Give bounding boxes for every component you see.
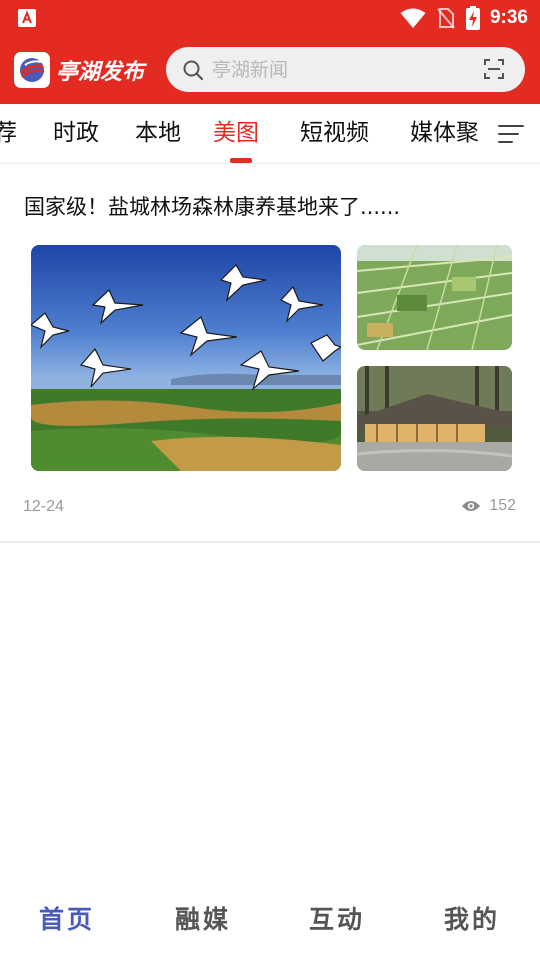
app-notification-icon — [18, 9, 36, 27]
nav-home[interactable]: 首页 — [17, 900, 117, 936]
category-tabs: 荐 时政 本地 美图 短视频 媒体聚 — [0, 104, 540, 164]
article-card[interactable]: 国家级！盐城林场森林康养基地来了...... 12-24 152 — [0, 165, 540, 543]
tab-politics[interactable]: 时政 — [53, 118, 99, 148]
app-logo-icon — [14, 52, 50, 88]
search-bar[interactable] — [166, 47, 525, 92]
app-header: 亭湖发布 — [0, 36, 540, 104]
search-icon[interactable] — [182, 59, 204, 81]
search-input[interactable] — [212, 55, 462, 85]
tab-short-video[interactable]: 短视频 — [300, 118, 369, 148]
nav-interact[interactable]: 互动 — [287, 900, 387, 936]
nav-media[interactable]: 融媒 — [153, 900, 253, 936]
view-count: 152 — [489, 497, 516, 514]
status-bar: 9:36 — [0, 0, 540, 36]
article-image-cranes[interactable] — [31, 245, 341, 471]
status-time: 9:36 — [489, 7, 528, 28]
tab-gallery[interactable]: 美图 — [213, 118, 259, 148]
app-name: 亭湖发布 — [56, 60, 145, 85]
article-date: 12-24 — [23, 498, 64, 515]
tab-menu-button[interactable] — [482, 104, 540, 163]
tab-local[interactable]: 本地 — [135, 118, 181, 148]
article-image-farmland[interactable] — [357, 245, 512, 350]
app-logo[interactable]: 亭湖发布 — [14, 52, 144, 88]
article-image-forest-lodge[interactable] — [357, 366, 512, 471]
active-tab-indicator — [230, 158, 252, 163]
nav-mine[interactable]: 我的 — [422, 900, 522, 936]
menu-lines-icon — [498, 125, 524, 143]
tab-media[interactable]: 媒体聚 — [410, 118, 479, 148]
bottom-navigation: 首页 融媒 互动 我的 — [0, 880, 540, 960]
eye-icon — [462, 501, 481, 511]
battery-charging-icon — [465, 6, 480, 30]
article-title[interactable]: 国家级！盐城林场森林康养基地来了...... — [24, 191, 400, 221]
article-views: 152 — [461, 497, 516, 515]
tab-recommend[interactable]: 荐 — [0, 118, 17, 148]
wifi-icon — [400, 8, 426, 28]
no-sim-icon — [437, 8, 455, 29]
scan-icon[interactable] — [483, 58, 505, 80]
